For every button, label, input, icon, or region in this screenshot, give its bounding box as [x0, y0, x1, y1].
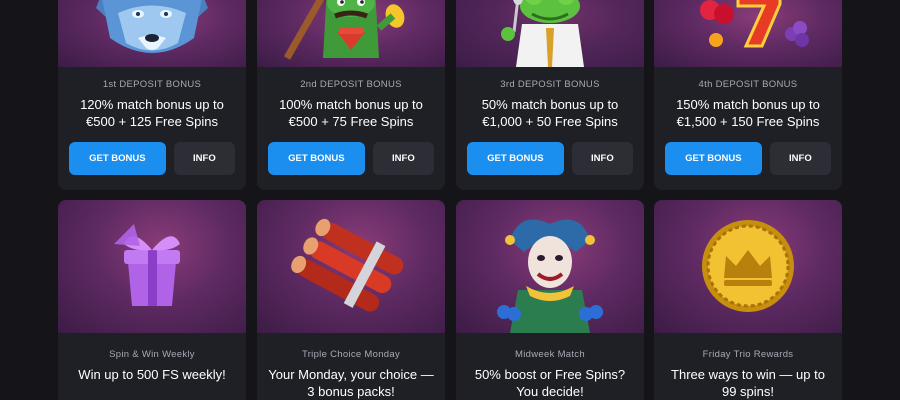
promotion-kicker: Triple Choice Monday: [301, 349, 401, 360]
info-button[interactable]: INFO: [571, 142, 633, 175]
dynamite-icon: [291, 218, 404, 312]
promotion-card-3[interactable]: Midweek Match 50% boost or Free Spins? Y…: [456, 200, 644, 400]
fruit-seven-icon: [700, 0, 809, 48]
wolf-icon: [96, 0, 208, 53]
bonus-artwork: [654, 0, 842, 67]
bonus-kicker: 2nd DEPOSIT BONUS: [300, 79, 402, 90]
bonus-kicker: 4th DEPOSIT BONUS: [698, 79, 798, 90]
get-bonus-button[interactable]: GET BONUS: [69, 142, 166, 175]
bonus-title-line-1: 150% match bonus up to: [676, 97, 820, 112]
promotion-title-line-1: Win up to 500 FS weekly!: [78, 367, 226, 382]
bonus-title-line-1: 50% match bonus up to: [481, 97, 619, 112]
deposit-bonus-card-1: 1st DEPOSIT BONUS 120% match bonus up to…: [58, 0, 246, 190]
promotion-artwork: [257, 200, 445, 333]
info-button[interactable]: INFO: [769, 142, 831, 175]
jester-icon: [497, 219, 603, 333]
promotion-title-line-1: Three ways to win — up to: [671, 367, 825, 382]
promotion-card-4[interactable]: Friday Trio Rewards Three ways to win — …: [654, 200, 842, 400]
frog-singer-icon: [456, 0, 644, 67]
promotion-title: Your Monday, your choice — 3 bonus packs…: [257, 366, 445, 400]
promotion-title-line-2: 3 bonus packs!: [307, 384, 395, 399]
bonus-title-line-2: €500 + 125 Free Spins: [86, 114, 218, 129]
promotion-artwork: [456, 200, 644, 333]
bonus-artwork: [456, 0, 644, 67]
get-bonus-button[interactable]: GET BONUS: [268, 142, 365, 175]
promotion-artwork: [654, 200, 842, 333]
info-button[interactable]: INFO: [372, 142, 434, 175]
deposit-bonus-card-3: 3rd DEPOSIT BONUS 50% match bonus up to …: [456, 0, 644, 190]
promotion-card-1[interactable]: Spin & Win Weekly Win up to 500 FS weekl…: [58, 200, 246, 400]
bonus-title: 50% match bonus up to €1,000 + 50 Free S…: [456, 96, 644, 130]
bonus-artwork: [257, 0, 445, 67]
bonus-title-line-1: 100% match bonus up to: [279, 97, 423, 112]
gift-box-icon: [114, 224, 180, 306]
bonus-title-line-2: €1,000 + 50 Free Spins: [482, 114, 618, 129]
promotion-title-line-1: Your Monday, your choice —: [268, 367, 434, 382]
cactus-character-icon: [283, 0, 405, 60]
bonus-title-line-2: €1,500 + 150 Free Spins: [676, 114, 820, 129]
promotion-kicker: Friday Trio Rewards: [702, 349, 794, 360]
bonus-title-line-2: €500 + 75 Free Spins: [288, 114, 414, 129]
bonus-title-line-1: 120% match bonus up to: [80, 97, 224, 112]
promotion-kicker: Spin & Win Weekly: [109, 349, 195, 360]
bonus-actions: GET BONUS INFO: [69, 142, 235, 175]
promotion-title: 50% boost or Free Spins? You decide!: [456, 366, 644, 400]
deposit-bonus-card-2: 2nd DEPOSIT BONUS 100% match bonus up to…: [257, 0, 445, 190]
promotion-artwork: [58, 200, 246, 333]
bonus-actions: GET BONUS INFO: [268, 142, 434, 175]
info-button[interactable]: INFO: [173, 142, 235, 175]
promotion-title-line-2: You decide!: [516, 384, 584, 399]
bonus-artwork: [58, 0, 246, 67]
bonus-actions: GET BONUS INFO: [467, 142, 633, 175]
deposit-bonus-card-4: 4th DEPOSIT BONUS 150% match bonus up to…: [654, 0, 842, 190]
promotion-kicker: Midweek Match: [515, 349, 585, 360]
promotion-card-2[interactable]: Triple Choice Monday Your Monday, your c…: [257, 200, 445, 400]
bonus-actions: GET BONUS INFO: [665, 142, 831, 175]
promotion-title-line-1: 50% boost or Free Spins?: [474, 367, 626, 382]
bonus-kicker: 3rd DEPOSIT BONUS: [500, 79, 600, 90]
gold-crown-coin-icon: [702, 220, 794, 312]
bonus-kicker: 1st DEPOSIT BONUS: [102, 79, 202, 90]
promotion-title-line-2: 99 spins!: [721, 384, 775, 399]
bonus-title: 100% match bonus up to €500 + 75 Free Sp…: [257, 96, 445, 130]
get-bonus-button[interactable]: GET BONUS: [467, 142, 564, 175]
bonus-title: 120% match bonus up to €500 + 125 Free S…: [58, 96, 246, 130]
promotion-title: Win up to 500 FS weekly!: [58, 366, 246, 383]
promotion-title: Three ways to win — up to 99 spins!: [654, 366, 842, 400]
get-bonus-button[interactable]: GET BONUS: [665, 142, 762, 175]
bonus-title: 150% match bonus up to €1,500 + 150 Free…: [654, 96, 842, 130]
